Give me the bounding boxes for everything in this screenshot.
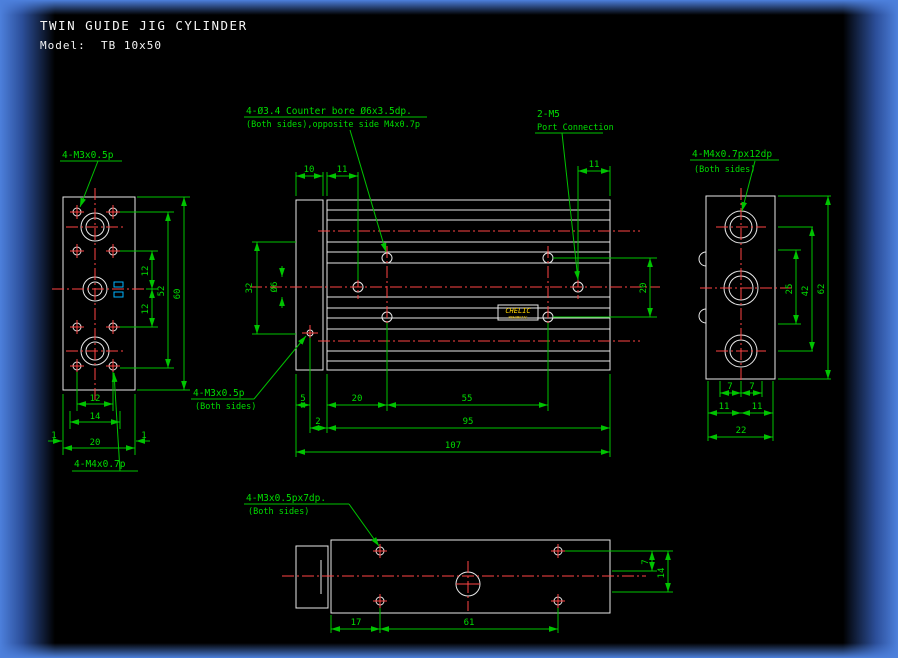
bottom-view-dimensions: 7 14 17 61 4-M3x0.5px7dp. (Both sides): [244, 493, 673, 633]
dim-60: 60: [173, 289, 183, 300]
label-m4-right-line2: (Both sides): [694, 165, 755, 175]
dim-20-width: 20: [90, 438, 101, 448]
dim-10: 10: [304, 165, 315, 175]
label-m4-right-line1: 4-M4x0.7px12dp: [692, 149, 772, 160]
dim-12b: 12: [141, 304, 151, 315]
front-view-dimensions: 10 11 11 32 Ø6 20 5 20 55 2 95 107 4-Ø3.…: [191, 106, 657, 457]
drawing-canvas: 12 12 52 60 12 14 20 1 1 4-M3x0.5p 4-M4x…: [0, 0, 898, 658]
dim-11-right: 11: [589, 160, 600, 170]
left-end-view-dimensions: 12 12 52 60 12 14 20 1 1 4-M3x0.5p 4-M4x…: [48, 150, 190, 471]
dim-32: 32: [245, 283, 255, 294]
dim-14-width: 14: [90, 412, 101, 422]
dim-25: 25: [785, 284, 795, 295]
dim-1-left: 1: [51, 431, 56, 441]
dim-11-left: 11: [337, 165, 348, 175]
sensor-slot-mark: [114, 282, 123, 287]
label-m3-bottomview-line1: 4-M3x0.5px7dp.: [246, 493, 326, 504]
dim-61: 61: [464, 618, 475, 628]
dim-7b: 7: [749, 382, 754, 392]
label-counterbore-line2: (Both sides),opposite side M4x0.7p: [246, 120, 420, 130]
dim-5: 5: [300, 394, 305, 404]
dim-95: 95: [463, 417, 474, 427]
label-counterbore-line1: 4-Ø3.4 Counter bore Ø6x3.5dp.: [246, 106, 412, 117]
dim-dia6: Ø6: [269, 282, 280, 293]
dim-62: 62: [817, 284, 827, 295]
nameplate-sub: PNEUMATIC: [509, 316, 528, 320]
sensor-slot-mark: [114, 292, 123, 297]
dim-11a: 11: [719, 402, 730, 412]
dim-17: 17: [351, 618, 362, 628]
nameplate-brand: CHELIC: [505, 307, 531, 315]
dim-12a: 12: [141, 266, 151, 277]
dim-12-width: 12: [90, 394, 101, 404]
dim-42: 42: [801, 286, 811, 297]
label-m4-bottom: 4-M4x0.7p: [74, 459, 126, 470]
right-end-view-geometry: [699, 188, 792, 388]
label-port-line2: Port Connection: [537, 123, 614, 133]
label-m3-bottomview-line2: (Both sides): [248, 507, 309, 517]
right-end-view-dimensions: 25 42 62 7 7 11 11 22 4-M4x0.7px12dp (Bo…: [690, 149, 831, 441]
dim-107: 107: [445, 441, 461, 451]
dim-2: 2: [315, 417, 320, 427]
dim-14-bottomview: 14: [657, 568, 667, 579]
dim-55: 55: [462, 394, 473, 404]
dim-20: 20: [352, 394, 363, 404]
dim-22: 22: [736, 426, 747, 436]
dim-7-bottomview: 7: [641, 559, 651, 564]
label-m3-top: 4-M3x0.5p: [62, 150, 114, 161]
dim-52: 52: [157, 286, 167, 297]
label-m3-front-line2: (Both sides): [195, 402, 256, 412]
dim-11b: 11: [752, 402, 763, 412]
dim-7a: 7: [727, 382, 732, 392]
cad-viewport: TWIN GUIDE JIG CYLINDER Model: TB 10x50: [0, 0, 898, 658]
dim-20-vertical: 20: [639, 283, 649, 294]
dim-1-right: 1: [141, 431, 146, 441]
front-view-geometry: CHELIC PNEUMATIC: [250, 200, 660, 370]
label-m3-front-line1: 4-M3x0.5p: [193, 388, 245, 399]
label-port-line1: 2-M5: [537, 109, 560, 120]
